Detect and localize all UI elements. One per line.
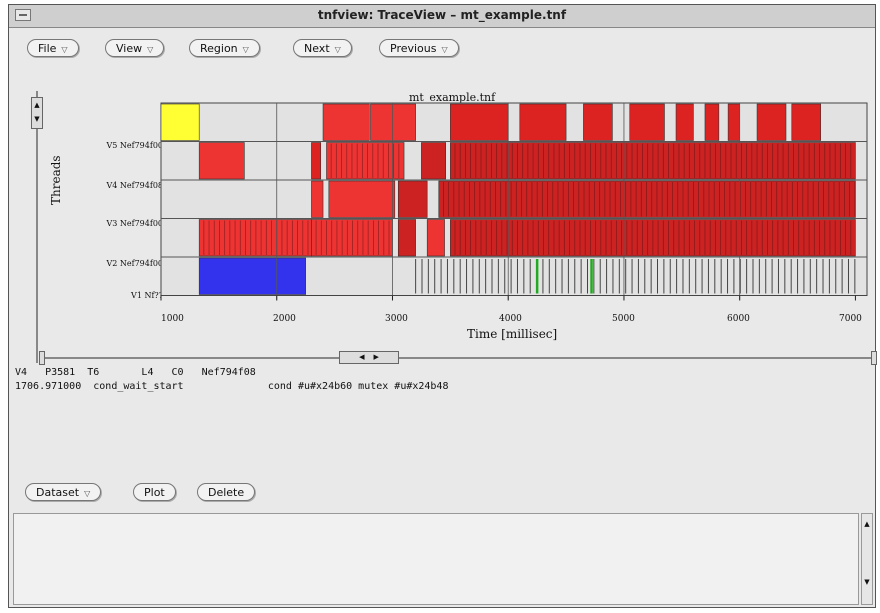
segment-v3-2 — [397, 180, 428, 218]
traceview-window: tnfview: TraceView – mt_example.tnf File… — [8, 4, 877, 608]
segment-v5-9 — [727, 103, 740, 141]
scroll-down-icon[interactable]: ▼ — [862, 578, 872, 598]
event-info-line-2: 1706.971000 cond_wait_start cond #u#x24b… — [15, 381, 449, 392]
x-tick-3000: 3000 — [385, 314, 408, 324]
segment-v5-5 — [583, 103, 613, 141]
x-tick-4000: 4000 — [499, 314, 522, 324]
delete-button[interactable]: Delete — [197, 483, 256, 501]
segment-v5-8 — [704, 103, 720, 141]
horizontal-scroll-track — [39, 357, 877, 359]
x-tick-7000: 7000 — [839, 314, 862, 324]
segment-v3-3 — [438, 180, 856, 218]
segment-v5-2 — [370, 103, 416, 141]
segment-v5-4 — [519, 103, 567, 141]
plot-button-label: Plot — [144, 486, 165, 499]
x-tick-6000: 6000 — [727, 314, 750, 324]
console-text-area[interactable] — [13, 513, 859, 605]
segment-v2-1 — [311, 219, 393, 257]
scroll-right-icon[interactable]: ▶ — [373, 353, 378, 361]
delete-button-label: Delete — [208, 486, 245, 499]
horizontal-scrollbar[interactable]: ◀ ▶ — [39, 351, 877, 365]
segment-v5-6 — [629, 103, 665, 141]
plot-button[interactable]: Plot — [133, 483, 176, 501]
segment-v5-10 — [756, 103, 787, 141]
segment-v4-1 — [311, 142, 322, 180]
segment-v4-3 — [421, 142, 447, 180]
scroll-left-icon[interactable]: ◀ — [359, 353, 364, 361]
scroll-up-icon[interactable]: ▲ — [862, 520, 872, 540]
segment-v2-2 — [397, 219, 416, 257]
segment-v4-0 — [198, 142, 245, 180]
dataset-menu-label: Dataset — [36, 486, 80, 499]
console-scrollbar[interactable]: ▲ ▼ — [861, 513, 873, 605]
chevron-down-icon: ▽ — [84, 489, 91, 498]
dataset-menu-button[interactable]: Dataset ▽ — [25, 483, 102, 501]
scroll-right-end[interactable] — [871, 351, 877, 365]
event-info-line-1: V4 P3581 T6 L4 C0 Nef794f08 — [15, 367, 256, 378]
segment-v5-0 — [160, 103, 200, 141]
scroll-left-end[interactable] — [39, 351, 45, 365]
segment-v5-11 — [791, 103, 822, 141]
x-tick-2000: 2000 — [273, 314, 296, 324]
segment-v5-7 — [675, 103, 694, 141]
segment-v1-0 — [198, 257, 306, 295]
thread-timeline-chart[interactable] — [9, 5, 877, 335]
horizontal-scroll-thumb[interactable]: ◀ ▶ — [339, 351, 399, 364]
segment-v5-1 — [322, 103, 370, 141]
segment-v3-1 — [328, 180, 396, 218]
segment-v3-0 — [311, 180, 324, 218]
segment-v5-3 — [450, 103, 509, 141]
segment-v2-3 — [426, 219, 445, 257]
x-tick-1000: 1000 — [161, 314, 184, 324]
x-axis-label: Time [millisec] — [467, 327, 558, 341]
x-tick-5000: 5000 — [612, 314, 635, 324]
segment-v2-0 — [198, 219, 312, 257]
